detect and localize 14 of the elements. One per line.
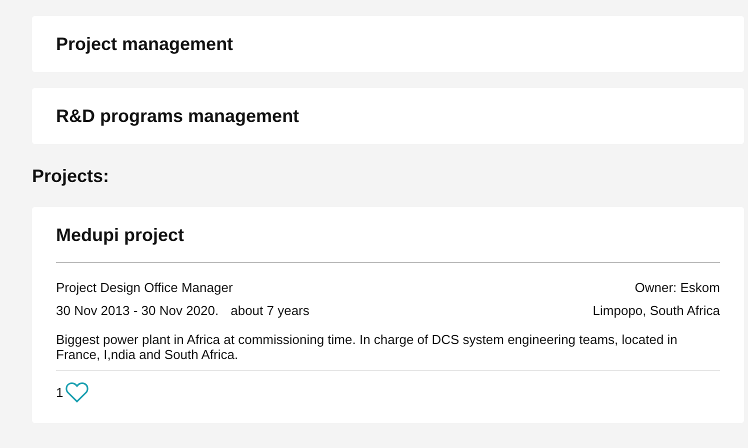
project-title: Medupi project <box>56 225 720 263</box>
section-title: R&D programs management <box>56 106 300 126</box>
projects-heading: Projects: <box>32 166 110 187</box>
like-count: 1 <box>56 384 64 400</box>
section-card[interactable]: R&D programs management <box>32 88 744 144</box>
location-text: Limpopo, South Africa <box>592 303 720 318</box>
owner-text: Owner: Eskom <box>634 280 720 295</box>
section-card[interactable]: Project management <box>32 16 744 72</box>
section-title: Project management <box>56 34 234 54</box>
description-text: Biggest power plant in Africa at commissioning time. In charge of DCS system engineering teams, located in France, I,ndia and South Africa. <box>56 332 720 371</box>
dates-text: 30 Nov 2013 - 30 Nov 2020. <box>56 303 219 318</box>
duration-text: about 7 years <box>230 303 310 318</box>
role-text: Project Design Office Manager <box>56 280 233 295</box>
heart-icon[interactable] <box>65 381 90 403</box>
